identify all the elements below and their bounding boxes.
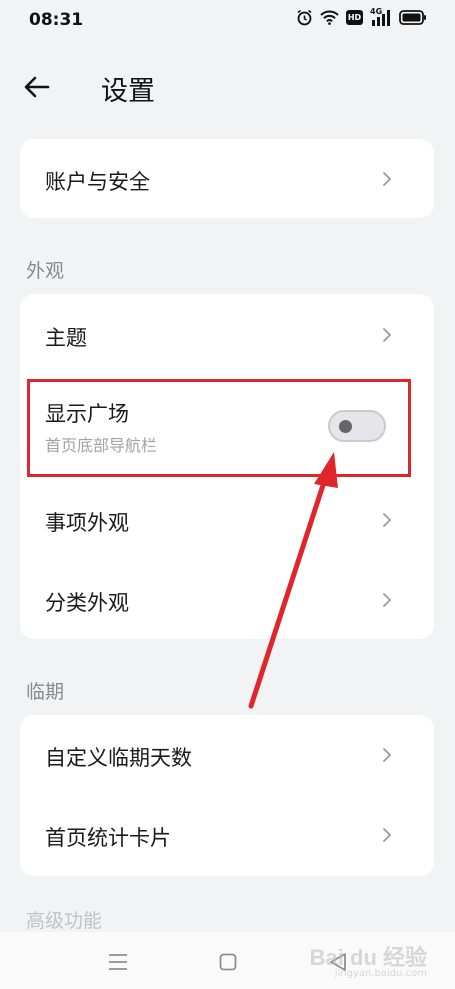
appearance-card: 主题 显示广场 首页底部导航栏 事项外观 分类外观	[20, 294, 434, 639]
home-stats-card-row[interactable]: 首页统计卡片	[20, 795, 434, 876]
menu-icon	[109, 954, 127, 970]
toggle-knob	[339, 420, 352, 433]
back-button[interactable]	[20, 70, 54, 104]
show-square-row[interactable]: 显示广场 首页底部导航栏	[20, 380, 434, 472]
home-button[interactable]	[216, 950, 240, 974]
show-square-toggle[interactable]	[328, 410, 386, 442]
row-label: 分类外观	[45, 591, 129, 615]
page-title: 设置	[101, 76, 155, 107]
row-label: 账户与安全	[45, 170, 150, 194]
chevron-right-icon	[383, 328, 391, 342]
section-label-expiry: 临期	[26, 681, 65, 703]
row-label: 首页统计卡片	[45, 826, 171, 850]
row-label: 自定义临期天数	[45, 746, 192, 770]
chevron-right-icon	[383, 593, 391, 607]
custom-expiry-days-row[interactable]: 自定义临期天数	[20, 715, 434, 795]
row-label: 主题	[45, 326, 87, 350]
battery-icon	[399, 10, 427, 25]
hd-icon: HD	[346, 10, 363, 25]
chevron-right-icon	[383, 748, 391, 762]
alarm-icon	[296, 9, 313, 26]
account-security-row[interactable]: 账户与安全	[20, 139, 434, 218]
account-card: 账户与安全	[20, 139, 434, 218]
chevron-right-icon	[383, 172, 391, 186]
section-label-partial: 高级功能	[26, 910, 103, 932]
menu-button[interactable]	[106, 950, 130, 974]
row-label: 事项外观	[45, 511, 129, 535]
watermark-url: jingyan.baidu.com	[334, 968, 427, 979]
status-time: 08:31	[29, 10, 84, 30]
wifi-icon	[320, 10, 339, 25]
section-label-appearance: 外观	[26, 260, 65, 282]
signal-4g-icon: 4G	[370, 7, 392, 26]
arrow-left-icon	[24, 76, 50, 98]
baidu-watermark: Bai du 经验 jingyan.baidu.com	[310, 940, 427, 979]
app-header: 设置	[0, 60, 455, 114]
expiry-card: 自定义临期天数 首页统计卡片	[20, 715, 434, 876]
item-appearance-row[interactable]: 事项外观	[20, 480, 434, 560]
row-sublabel: 首页底部导航栏	[45, 436, 158, 455]
home-square-icon	[219, 953, 237, 971]
chevron-right-icon	[383, 828, 391, 842]
theme-row[interactable]: 主题	[20, 294, 434, 374]
chevron-right-icon	[383, 513, 391, 527]
status-icons: HD 4G	[296, 7, 427, 26]
row-label: 显示广场	[45, 402, 129, 426]
category-appearance-row[interactable]: 分类外观	[20, 560, 434, 639]
status-bar: 08:31 HD 4G	[0, 0, 455, 40]
